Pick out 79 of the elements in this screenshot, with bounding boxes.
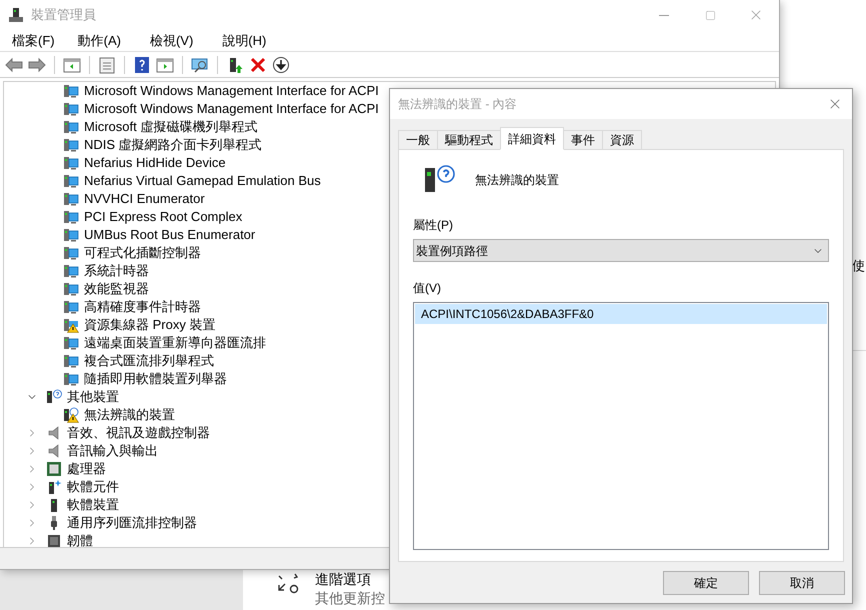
download-circle-icon[interactable] bbox=[271, 56, 291, 74]
menu-item[interactable]: 檔案(F) bbox=[4, 30, 63, 50]
monitor-icon bbox=[63, 83, 79, 99]
tree-item[interactable]: NDIS 虛擬網路介面卡列舉程式 bbox=[84, 135, 262, 155]
property-label: 屬性(P) bbox=[413, 217, 454, 234]
tree-item[interactable]: 韌體 bbox=[67, 531, 93, 547]
cancel-button[interactable]: 取消 bbox=[759, 571, 845, 595]
monitor-icon bbox=[63, 155, 79, 171]
tab[interactable]: 資源 bbox=[602, 130, 642, 150]
tree-item[interactable]: 軟體裝置 bbox=[67, 495, 119, 515]
tree-item[interactable]: Microsoft Windows Management Interface for ACPI bbox=[84, 99, 379, 119]
maximize-icon bbox=[704, 10, 716, 20]
menu-item[interactable]: 說明(H) bbox=[214, 30, 274, 50]
monitor-icon bbox=[63, 173, 79, 189]
tree-item[interactable]: 遠端桌面裝置重新導向器匯流排 bbox=[84, 333, 266, 353]
monitor-icon bbox=[63, 299, 79, 315]
monitor-icon bbox=[63, 209, 79, 225]
uninstall-x-icon[interactable] bbox=[248, 56, 268, 74]
tree-item[interactable]: Nefarius Virtual Gamepad Emulation Bus bbox=[84, 171, 321, 191]
monitor-icon bbox=[63, 101, 79, 117]
monitor-icon bbox=[63, 335, 79, 351]
side-text: 使 bbox=[852, 258, 865, 274]
monitor-icon bbox=[63, 227, 79, 243]
tree-item[interactable]: 其他裝置 bbox=[67, 387, 119, 407]
tree-item[interactable]: 系統計時器 bbox=[84, 261, 149, 281]
monitor-icon bbox=[63, 263, 79, 279]
monitor-icon bbox=[63, 119, 79, 135]
forward-arrow-icon[interactable] bbox=[27, 56, 47, 74]
menu-item[interactable]: 檢視(V) bbox=[142, 30, 202, 50]
tree-item[interactable]: Microsoft Windows Management Interface for ACPI bbox=[84, 82, 379, 101]
advanced-options-subtitle: 其他更新控 bbox=[315, 589, 385, 608]
tree-item[interactable]: 軟體元件 bbox=[67, 477, 119, 497]
device-icon bbox=[46, 479, 62, 495]
ok-button[interactable]: 確定 bbox=[663, 571, 749, 595]
value-list-item[interactable]: ACPI\INTC1056\2&DABA3FF&0 bbox=[415, 304, 827, 324]
minimize-icon bbox=[659, 14, 669, 16]
properties-icon[interactable] bbox=[97, 56, 117, 74]
tree-item[interactable]: 無法辨識的裝置 bbox=[84, 405, 175, 425]
monitor-icon bbox=[63, 137, 79, 153]
device-manager-icon bbox=[8, 7, 24, 23]
monitor-icon bbox=[63, 191, 79, 207]
tree-item[interactable]: 音效、視訊及遊戲控制器 bbox=[67, 423, 210, 443]
tree-item[interactable]: 通用序列匯流排控制器 bbox=[67, 513, 197, 533]
tree-item[interactable]: Nefarius HidHide Device bbox=[84, 153, 226, 173]
unknown-device-icon bbox=[46, 389, 62, 405]
tab[interactable]: 一般 bbox=[398, 130, 438, 150]
dialog-title: 無法辨識的裝置 - 內容 bbox=[398, 96, 517, 113]
tab[interactable]: 詳細資料 bbox=[500, 127, 564, 150]
tree-item[interactable]: 音訊輸入與輸出 bbox=[67, 441, 158, 461]
tree-item[interactable]: UMBus Root Bus Enumerator bbox=[84, 225, 256, 245]
back-arrow-icon[interactable] bbox=[4, 56, 24, 74]
tree-item[interactable]: PCI Express Root Complex bbox=[84, 207, 242, 227]
tree-item[interactable]: NVVHCI Enumerator bbox=[84, 189, 205, 209]
tree-item[interactable]: 可程式化插斷控制器 bbox=[84, 243, 201, 263]
chip-icon bbox=[46, 533, 62, 547]
window-title: 裝置管理員 bbox=[31, 6, 96, 24]
monitor-icon bbox=[63, 245, 79, 261]
monitor-icon bbox=[63, 281, 79, 297]
action-pane-icon[interactable] bbox=[155, 56, 175, 74]
help-icon[interactable] bbox=[132, 56, 152, 74]
tree-item[interactable]: 處理器 bbox=[67, 459, 106, 479]
monitor-icon bbox=[63, 371, 79, 387]
warning-device-icon bbox=[63, 407, 79, 423]
tree-item[interactable]: 高精確度事件計時器 bbox=[84, 297, 201, 317]
chip-icon bbox=[46, 461, 62, 477]
property-dropdown[interactable]: 裝置例項路徑 bbox=[413, 239, 829, 262]
value-label: 值(V) bbox=[413, 280, 442, 297]
tree-item[interactable]: 隨插即用軟體裝置列舉器 bbox=[84, 369, 227, 389]
advanced-options-link[interactable]: 進階選項 bbox=[315, 570, 385, 589]
tree-item[interactable]: 效能監視器 bbox=[84, 279, 149, 299]
console-tree-icon[interactable] bbox=[62, 56, 82, 74]
tree-item[interactable]: 資源集線器 Proxy 裝置 bbox=[84, 315, 216, 335]
tree-item[interactable]: 複合式匯流排列舉程式 bbox=[84, 351, 214, 371]
tree-item[interactable]: Microsoft 虛擬磁碟機列舉程式 bbox=[84, 117, 258, 137]
monitor-icon bbox=[63, 353, 79, 369]
device-name: 無法辨識的裝置 bbox=[475, 172, 559, 189]
menu-item[interactable]: 動作(A) bbox=[70, 30, 129, 50]
warning-device-icon bbox=[63, 317, 79, 333]
scan-monitor-icon[interactable] bbox=[190, 56, 210, 74]
